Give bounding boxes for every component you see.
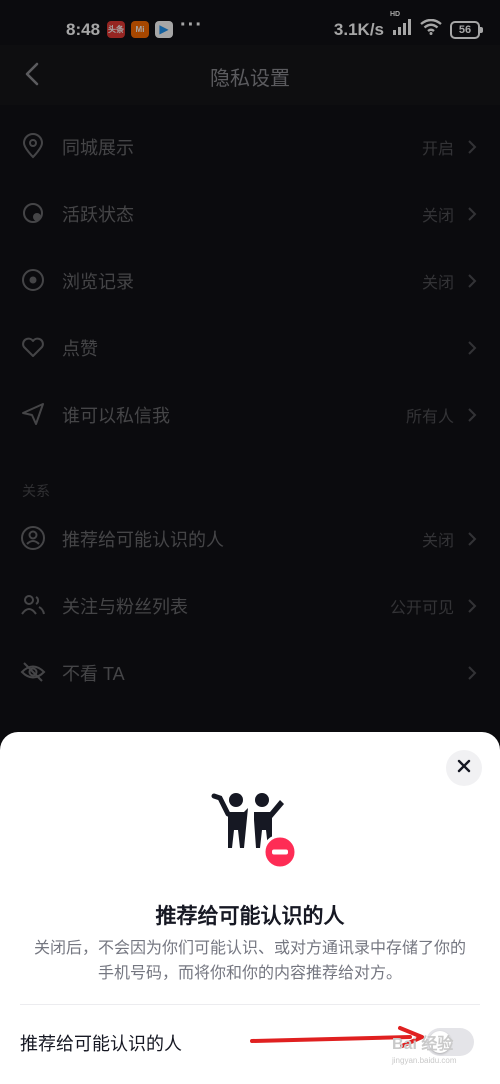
divider xyxy=(20,1004,480,1005)
people-blocked-illustration xyxy=(210,790,302,870)
baidu-watermark: Bai 经验 jingyan.baidu.com xyxy=(392,1030,456,1065)
close-button[interactable] xyxy=(446,750,482,786)
close-icon xyxy=(457,759,471,778)
watermark-text: Bai 经验 xyxy=(392,1036,454,1053)
sheet-description: 关闭后，不会因为你们可能认识、或对方通讯录中存储了你的手机号码，而将你和你的内容… xyxy=(33,940,466,982)
watermark-url: jingyan.baidu.com xyxy=(392,1056,457,1065)
sheet-title: 推荐给可能认识的人 xyxy=(155,905,345,928)
toggle-label: 推荐给可能认识的人 xyxy=(20,1034,182,1054)
